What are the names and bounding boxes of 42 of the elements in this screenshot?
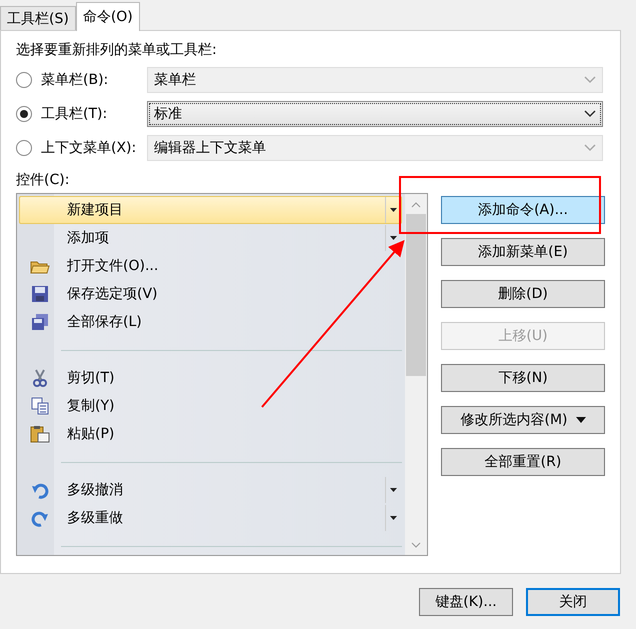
- dropdown-arrow-icon[interactable]: [390, 236, 397, 240]
- dropdown-field[interactable]: 标准: [147, 101, 603, 127]
- redo-icon: [31, 509, 49, 527]
- list-item[interactable]: 多级重做: [19, 504, 402, 532]
- list-item[interactable]: 添加项: [19, 224, 402, 252]
- list-item[interactable]: 新建项目: [19, 196, 402, 224]
- list-item[interactable]: 打开文件(O)...: [19, 252, 402, 280]
- action-button[interactable]: 修改所选内容(M): [441, 406, 605, 434]
- dropdown-arrow-icon[interactable]: [390, 208, 397, 212]
- radio-label: 工具栏(T):: [41, 105, 108, 123]
- prompt-label: 选择要重新排列的菜单或工具栏:: [16, 41, 218, 60]
- dropdown-arrow-icon[interactable]: [390, 516, 397, 520]
- dropdown-arrow-icon[interactable]: [390, 488, 397, 492]
- undo-icon: [31, 481, 49, 499]
- list-item[interactable]: 剪切(T): [19, 364, 402, 392]
- radio-label: 菜单栏(B):: [41, 71, 110, 89]
- action-button[interactable]: 下移(N): [441, 364, 605, 392]
- scrollbar[interactable]: [405, 194, 427, 555]
- scissors-icon: [32, 369, 48, 387]
- tab[interactable]: 命令(O): [76, 2, 140, 31]
- list-item[interactable]: 粘贴(P): [19, 420, 402, 448]
- action-button[interactable]: 添加命令(A)...: [441, 196, 605, 224]
- chevron-down-icon: [584, 144, 596, 152]
- dialog-button[interactable]: 键盘(K)...: [419, 588, 513, 616]
- action-button[interactable]: 删除(D): [441, 280, 605, 308]
- list-item[interactable]: 多级撤消: [19, 476, 402, 504]
- list-item[interactable]: 全部保存(L): [19, 308, 402, 336]
- scroll-thumb[interactable]: [406, 214, 426, 376]
- chevron-down-icon: [584, 76, 596, 84]
- action-button[interactable]: 全部重置(R): [441, 448, 605, 476]
- list-item[interactable]: 保存选定项(V): [19, 280, 402, 308]
- tab[interactable]: 工具栏(S): [0, 6, 76, 30]
- controls-label: 控件(C):: [16, 171, 70, 190]
- floppy-disks-icon: [31, 313, 49, 331]
- copy-icon: [31, 397, 49, 415]
- action-button[interactable]: 添加新菜单(E): [441, 238, 605, 266]
- dialog-button[interactable]: 关闭: [526, 588, 620, 616]
- radio-label: 上下文菜单(X):: [41, 139, 138, 157]
- list-item[interactable]: 复制(Y): [19, 392, 402, 420]
- radio-button[interactable]: [16, 106, 32, 122]
- chevron-down-icon: [584, 110, 596, 118]
- clipboard-icon: [30, 425, 50, 443]
